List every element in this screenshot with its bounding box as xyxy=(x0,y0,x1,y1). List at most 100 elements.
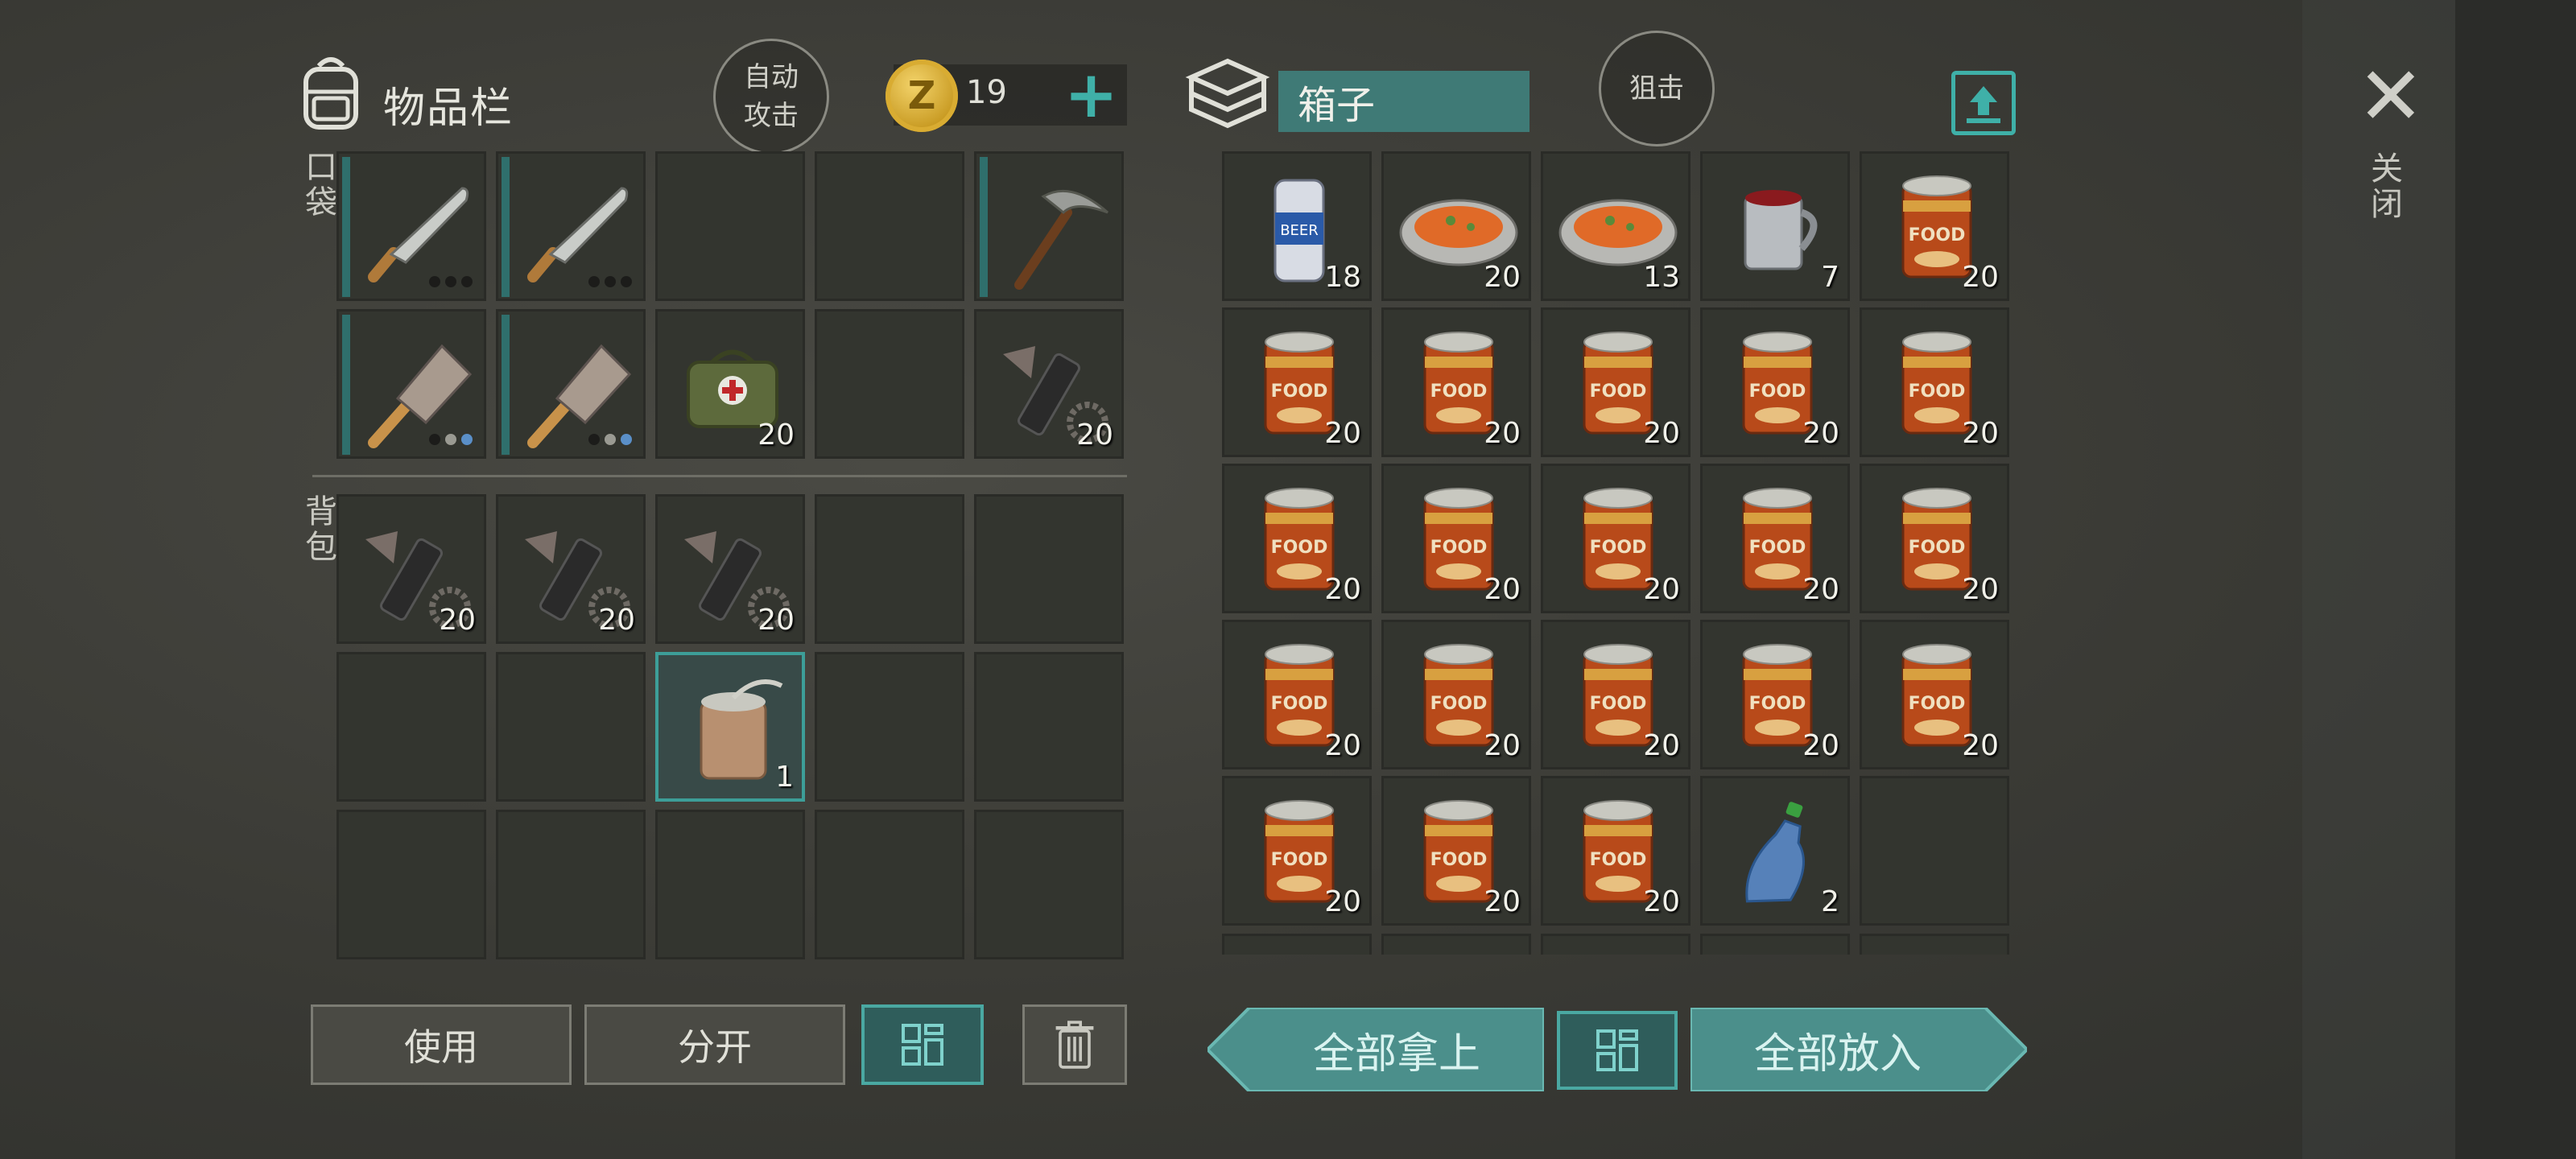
box-slot-partial[interactable] xyxy=(1222,934,1372,955)
box.slots-slot[interactable]: FOOD 20 xyxy=(1860,620,2009,769)
close-label[interactable]: 关闭 xyxy=(2360,151,2407,222)
sort-inventory-button[interactable] xyxy=(861,1004,984,1085)
box.slots-slot[interactable]: FOOD 20 xyxy=(1700,307,1850,457)
box.slots-slot[interactable]: FOOD 20 xyxy=(1381,620,1531,769)
item-count: 20 xyxy=(1643,573,1680,606)
box-slot-partial[interactable] xyxy=(1541,934,1690,955)
trash-button[interactable] xyxy=(1022,1004,1127,1085)
snipe-button[interactable]: 狙击 xyxy=(1599,31,1715,146)
cleaver-icon xyxy=(527,344,632,448)
inventory.backpack-slot[interactable] xyxy=(815,652,964,802)
box.slots-slot[interactable]: FOOD 20 xyxy=(1541,464,1690,613)
box.slots-slot[interactable]: FOOD 20 xyxy=(1222,307,1372,457)
inventory.pocket-slot[interactable]: 20 xyxy=(974,309,1124,459)
box.slots-slot[interactable]: FOOD 20 xyxy=(1860,151,2009,301)
inventory.backpack-slot[interactable] xyxy=(815,810,964,959)
item-count: 20 xyxy=(1802,417,1839,450)
inventory.pocket-slot[interactable] xyxy=(815,151,964,301)
split-button[interactable]: 分开 xyxy=(584,1004,845,1085)
box.slots-slot[interactable]: FOOD 20 xyxy=(1381,307,1531,457)
box.slots-slot[interactable]: 7 xyxy=(1700,151,1850,301)
take-all-button[interactable]: 全部拿上 xyxy=(1208,1008,1544,1091)
inventory.backpack-slot[interactable] xyxy=(815,494,964,644)
inventory.backpack-slot[interactable]: 20 xyxy=(336,494,486,644)
box.slots-slot[interactable] xyxy=(1860,776,2009,926)
inventory.pocket-slot[interactable] xyxy=(496,151,646,301)
inventory.backpack-slot[interactable] xyxy=(974,494,1124,644)
box.slots-slot[interactable]: FOOD 20 xyxy=(1541,307,1690,457)
box.slots-slot[interactable]: FOOD 20 xyxy=(1541,620,1690,769)
svg-text:FOOD: FOOD xyxy=(1590,694,1647,714)
box-stack-icon xyxy=(1183,53,1272,134)
grid-sort-icon xyxy=(902,1024,943,1066)
box.slots-slot[interactable]: FOOD 20 xyxy=(1222,464,1372,613)
inventory.backpack-slot[interactable] xyxy=(974,652,1124,802)
box.slots-slot[interactable]: 13 xyxy=(1541,151,1690,301)
item-count: 20 xyxy=(1643,885,1680,918)
inventory.backpack-slot[interactable]: 1 xyxy=(655,652,805,802)
auto-attack-button[interactable]: 自动 攻击 xyxy=(713,39,829,155)
inventory.pocket-slot[interactable] xyxy=(974,151,1124,301)
inventory.pocket-slot[interactable] xyxy=(336,151,486,301)
quality-dots xyxy=(429,276,473,287)
inventory.backpack-slot[interactable] xyxy=(496,810,646,959)
add-coins-button[interactable]: + xyxy=(1064,63,1118,127)
upload-icon xyxy=(1967,86,2000,123)
inventory.backpack-slot[interactable] xyxy=(496,652,646,802)
item-count: 1 xyxy=(775,761,794,794)
box.slots-slot[interactable]: FOOD 20 xyxy=(1381,776,1531,926)
inventory.backpack-slot[interactable] xyxy=(336,810,486,959)
item-count: 20 xyxy=(598,604,635,637)
item-count: 20 xyxy=(758,419,795,452)
upload-button[interactable] xyxy=(1951,71,2016,135)
put-all-button[interactable]: 全部放入 xyxy=(1690,1008,2027,1091)
svg-text:FOOD: FOOD xyxy=(1590,850,1647,870)
item-count: 20 xyxy=(1324,729,1361,762)
box.slots-slot[interactable]: FOOD 20 xyxy=(1700,620,1850,769)
svg-text:FOOD: FOOD xyxy=(1749,538,1806,558)
box.slots-slot[interactable]: 2 xyxy=(1700,776,1850,926)
svg-text:FOOD: FOOD xyxy=(1430,694,1488,714)
box.slots-slot[interactable]: FOOD 20 xyxy=(1541,776,1690,926)
box.slots-slot[interactable]: 20 xyxy=(1381,151,1531,301)
inventory.backpack-slot[interactable]: 20 xyxy=(655,494,805,644)
svg-text:FOOD: FOOD xyxy=(1271,538,1328,558)
backpack-label: 背包 xyxy=(299,494,336,565)
inventory.backpack-slot[interactable] xyxy=(336,652,486,802)
machete-icon xyxy=(527,187,629,283)
box.slots-slot[interactable]: FOOD 20 xyxy=(1860,307,2009,457)
item-count: 20 xyxy=(1324,885,1361,918)
trash-icon xyxy=(1055,1021,1094,1069)
inventory.pocket-slot[interactable] xyxy=(815,309,964,459)
inventory.pocket-slot[interactable] xyxy=(655,151,805,301)
box-slot-partial[interactable] xyxy=(1381,934,1531,955)
item-count: 20 xyxy=(1802,729,1839,762)
box.slots-slot[interactable]: FOOD 20 xyxy=(1860,464,2009,613)
quality-dots xyxy=(588,276,632,287)
box.slots-slot[interactable]: BEER 18 xyxy=(1222,151,1372,301)
close-icon[interactable]: ✕ xyxy=(2357,56,2425,137)
box-slot-partial[interactable] xyxy=(1700,934,1850,955)
item-count: 20 xyxy=(1484,261,1521,294)
use-button[interactable]: 使用 xyxy=(311,1004,572,1085)
quality-dots xyxy=(429,434,473,445)
section-divider xyxy=(312,475,1127,477)
inventory.pocket-slot[interactable]: 20 xyxy=(655,309,805,459)
item-count: 20 xyxy=(1962,417,1999,450)
svg-text:FOOD: FOOD xyxy=(1590,538,1647,558)
inventory.backpack-slot[interactable]: 20 xyxy=(496,494,646,644)
svg-text:FOOD: FOOD xyxy=(1430,382,1488,402)
svg-text:FOOD: FOOD xyxy=(1430,538,1488,558)
svg-text:FOOD: FOOD xyxy=(1271,694,1328,714)
box.slots-slot[interactable]: FOOD 20 xyxy=(1381,464,1531,613)
inventory.backpack-slot[interactable] xyxy=(655,810,805,959)
inventory.pocket-slot[interactable] xyxy=(496,309,646,459)
box.slots-slot[interactable]: FOOD 20 xyxy=(1700,464,1850,613)
sort-box-button[interactable] xyxy=(1557,1011,1678,1090)
box-slot-partial[interactable] xyxy=(1860,934,2009,955)
svg-text:FOOD: FOOD xyxy=(1909,225,1966,245)
inventory.backpack-slot[interactable] xyxy=(974,810,1124,959)
box.slots-slot[interactable]: FOOD 20 xyxy=(1222,620,1372,769)
inventory.pocket-slot[interactable] xyxy=(336,309,486,459)
box.slots-slot[interactable]: FOOD 20 xyxy=(1222,776,1372,926)
